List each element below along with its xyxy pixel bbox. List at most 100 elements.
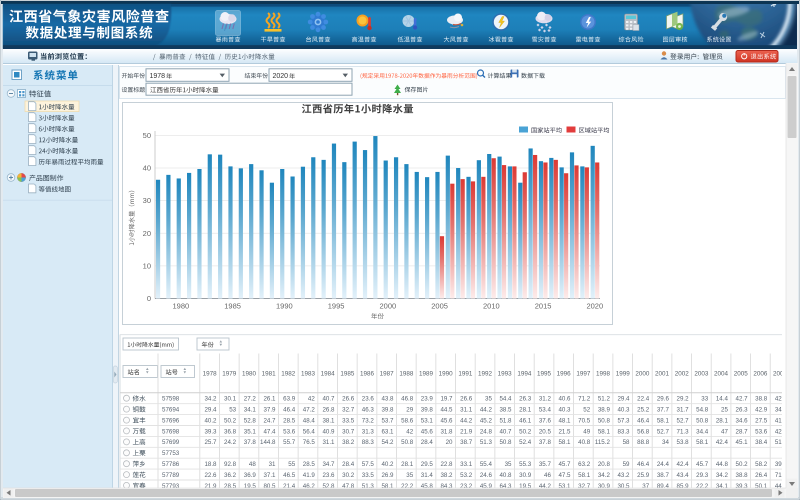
svg-text:29.2: 29.2: [677, 396, 690, 403]
svg-text:52.7: 52.7: [677, 417, 690, 424]
svg-text:1993: 1993: [498, 370, 513, 377]
svg-text:37.8: 37.8: [539, 439, 552, 446]
svg-text:30.2: 30.2: [342, 472, 355, 479]
svg-text:28.1: 28.1: [401, 461, 414, 468]
svg-text:1980: 1980: [242, 370, 257, 377]
svg-text:1980: 1980: [173, 302, 190, 311]
svg-text:29.6: 29.6: [657, 396, 670, 403]
svg-text:45.2: 45.2: [480, 417, 493, 424]
svg-text:24.8: 24.8: [480, 428, 493, 435]
svg-text:57698: 57698: [162, 428, 180, 435]
svg-text:58.1: 58.1: [696, 439, 709, 446]
svg-text:1986: 1986: [360, 370, 375, 377]
svg-text:31.2: 31.2: [539, 396, 552, 403]
svg-text:26.3: 26.3: [736, 407, 749, 414]
svg-text:1994: 1994: [517, 370, 532, 377]
svg-text:57789: 57789: [162, 472, 180, 479]
svg-text:39.8: 39.8: [381, 407, 394, 414]
svg-text:21.5: 21.5: [558, 428, 571, 435]
svg-text:71.3: 71.3: [677, 428, 690, 435]
svg-text:57598: 57598: [162, 396, 180, 403]
svg-text:55.3: 55.3: [519, 461, 532, 468]
svg-text:31.1: 31.1: [460, 407, 473, 414]
svg-text:30.7: 30.7: [342, 428, 355, 435]
svg-text:31.8: 31.8: [440, 428, 453, 435]
svg-text:26.4: 26.4: [755, 472, 768, 479]
svg-text:28.4: 28.4: [421, 439, 434, 446]
svg-text:73.2: 73.2: [362, 417, 375, 424]
svg-text:1990: 1990: [439, 370, 454, 377]
svg-text:1999: 1999: [616, 370, 631, 377]
svg-text:40.2: 40.2: [381, 461, 394, 468]
svg-text:0: 0: [147, 294, 151, 303]
svg-text:46.8: 46.8: [401, 396, 414, 403]
svg-text:46.1: 46.1: [519, 417, 532, 424]
svg-text:54.4: 54.4: [499, 396, 512, 403]
svg-text:28.5: 28.5: [283, 417, 296, 424]
svg-text:25.7: 25.7: [204, 439, 217, 446]
svg-text:25: 25: [721, 407, 728, 414]
svg-text:53.2: 53.2: [460, 472, 473, 479]
svg-text:38.9: 38.9: [598, 407, 611, 414]
svg-text:53.4: 53.4: [539, 407, 552, 414]
svg-text:46.4: 46.4: [637, 461, 650, 468]
svg-text:38.2: 38.2: [342, 439, 355, 446]
svg-text:40.7: 40.7: [499, 428, 512, 435]
svg-text:20: 20: [446, 439, 453, 446]
svg-text:70.5: 70.5: [578, 417, 591, 424]
svg-text:20: 20: [143, 229, 151, 238]
svg-text:42.9: 42.9: [755, 407, 768, 414]
svg-text:2004: 2004: [714, 370, 729, 377]
svg-text:50.8: 50.8: [499, 439, 512, 446]
svg-text:35: 35: [485, 396, 492, 403]
svg-text:1982: 1982: [281, 370, 296, 377]
svg-text:50: 50: [143, 131, 151, 140]
svg-text:63.9: 63.9: [283, 396, 296, 403]
svg-text:1996: 1996: [557, 370, 572, 377]
svg-text:55: 55: [288, 461, 295, 468]
svg-text:22.6: 22.6: [204, 472, 217, 479]
svg-text:63.1: 63.1: [381, 428, 394, 435]
svg-text:33: 33: [701, 396, 708, 403]
svg-text:1991: 1991: [458, 370, 473, 377]
svg-text:2000: 2000: [380, 302, 397, 311]
svg-text:2001: 2001: [655, 370, 670, 377]
svg-text:48.4: 48.4: [303, 417, 316, 424]
svg-text:115.2: 115.2: [595, 439, 611, 446]
svg-text:42.4: 42.4: [716, 439, 729, 446]
svg-text:53.6: 53.6: [755, 428, 768, 435]
svg-text:47.5: 47.5: [558, 472, 571, 479]
svg-text:22.4: 22.4: [637, 396, 650, 403]
svg-text:55.7: 55.7: [283, 439, 296, 446]
svg-text:40.3: 40.3: [558, 407, 571, 414]
svg-text:24.6: 24.6: [480, 472, 493, 479]
svg-text:18.8: 18.8: [204, 461, 217, 468]
svg-text:34.2: 34.2: [716, 472, 729, 479]
svg-text:1981: 1981: [262, 370, 277, 377]
svg-text:53.6: 53.6: [283, 428, 296, 435]
svg-text:30.9: 30.9: [519, 472, 532, 479]
svg-text:38.7: 38.7: [657, 472, 670, 479]
svg-text:36.2: 36.2: [224, 472, 237, 479]
svg-text:45.6: 45.6: [440, 417, 453, 424]
svg-text:35: 35: [406, 472, 413, 479]
svg-text:53.1: 53.1: [421, 417, 434, 424]
svg-text:50.2: 50.2: [736, 461, 749, 468]
svg-text:48.1: 48.1: [558, 417, 571, 424]
svg-text:26.1: 26.1: [263, 396, 276, 403]
svg-text:36.8: 36.8: [224, 428, 237, 435]
svg-text:51.2: 51.2: [598, 396, 611, 403]
svg-text:40.6: 40.6: [558, 396, 571, 403]
svg-text:58.6: 58.6: [401, 417, 414, 424]
svg-text:29: 29: [406, 407, 413, 414]
svg-text:33.5: 33.5: [362, 472, 375, 479]
svg-text:57699: 57699: [162, 439, 180, 446]
svg-text:1984: 1984: [321, 370, 336, 377]
svg-text:33.5: 33.5: [342, 417, 355, 424]
svg-text:38.5: 38.5: [499, 407, 512, 414]
svg-text:28.4: 28.4: [342, 461, 355, 468]
svg-text:26.6: 26.6: [342, 396, 355, 403]
svg-text:1997: 1997: [576, 370, 591, 377]
svg-text:63.2: 63.2: [578, 461, 591, 468]
svg-text:37.1: 37.1: [263, 472, 276, 479]
